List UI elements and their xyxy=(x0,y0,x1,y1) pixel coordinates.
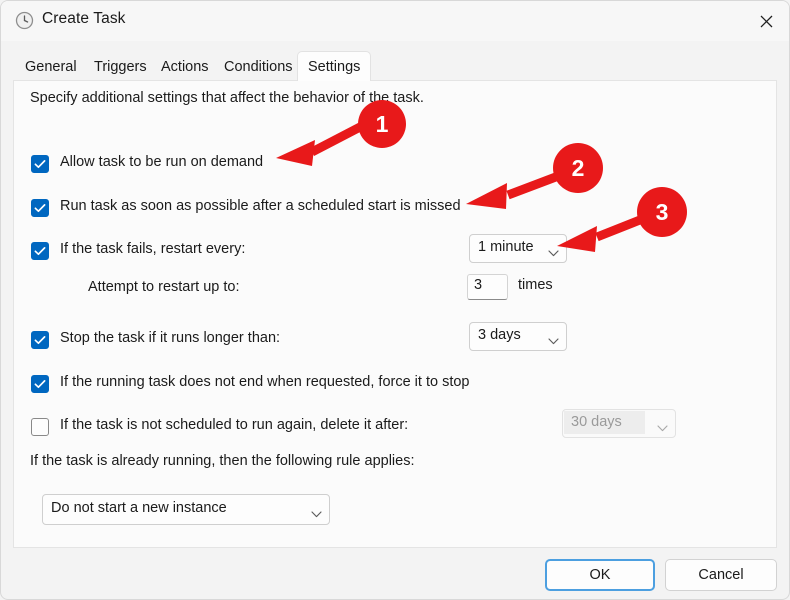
combo-restart-interval-value: 1 minute xyxy=(478,239,534,255)
label-stop-if-runs-longer: Stop the task if it runs longer than: xyxy=(60,330,281,346)
tab-strip: General Triggers Actions Conditions Sett… xyxy=(1,41,789,81)
tab-conditions[interactable]: Conditions xyxy=(214,53,303,81)
combo-delete-after-value: 30 days xyxy=(564,411,645,434)
close-icon[interactable] xyxy=(743,1,789,41)
combo-stop-after-value: 3 days xyxy=(478,327,521,343)
checkbox-force-stop-if-not-ending[interactable] xyxy=(31,375,49,393)
label-already-running-rule: If the task is already running, then the… xyxy=(30,453,415,469)
setting-row-stop-if-runs-longer[interactable]: Stop the task if it runs longer than: xyxy=(14,328,776,352)
checkbox-stop-if-runs-longer[interactable] xyxy=(31,331,49,349)
combo-instance-rule[interactable]: Do not start a new instance xyxy=(42,494,330,525)
setting-row-force-stop-if-not-ending[interactable]: If the running task does not end when re… xyxy=(14,372,776,396)
ok-button[interactable]: OK xyxy=(545,559,655,591)
tab-general[interactable]: General xyxy=(15,53,87,81)
label-run-asap-after-missed-start: Run task as soon as possible after a sch… xyxy=(60,198,461,214)
setting-row-attempt-restart-count: Attempt to restart up to: xyxy=(14,277,776,301)
combo-restart-interval[interactable]: 1 minute xyxy=(469,234,567,263)
setting-row-run-asap-after-missed-start[interactable]: Run task as soon as possible after a sch… xyxy=(14,196,776,220)
tab-triggers[interactable]: Triggers xyxy=(84,53,157,81)
clock-icon xyxy=(15,11,34,30)
checkbox-run-asap-after-missed-start[interactable] xyxy=(31,199,49,217)
input-restart-attempts-value: 3 xyxy=(474,277,483,293)
setting-row-allow-run-on-demand[interactable]: Allow task to be run on demand xyxy=(14,152,776,176)
checkbox-allow-run-on-demand[interactable] xyxy=(31,155,49,173)
combo-instance-rule-value: Do not start a new instance xyxy=(51,500,227,516)
settings-panel: Specify additional settings that affect … xyxy=(13,80,777,548)
window-title: Create Task xyxy=(42,10,126,27)
tab-actions[interactable]: Actions xyxy=(151,53,219,81)
label-restart-attempts-unit: times xyxy=(518,277,553,293)
combo-delete-after[interactable]: 30 days xyxy=(562,409,676,438)
label-delete-if-not-rescheduled: If the task is not scheduled to run agai… xyxy=(60,417,409,433)
label-attempt-restart-count: Attempt to restart up to: xyxy=(88,279,240,295)
label-restart-on-failure: If the task fails, restart every: xyxy=(60,241,246,257)
panel-description: Specify additional settings that affect … xyxy=(30,90,424,106)
setting-row-restart-on-failure[interactable]: If the task fails, restart every: xyxy=(14,239,776,263)
input-restart-attempts[interactable]: 3 xyxy=(467,274,508,300)
label-allow-run-on-demand: Allow task to be run on demand xyxy=(60,154,264,170)
combo-stop-after[interactable]: 3 days xyxy=(469,322,567,351)
chevron-down-icon xyxy=(657,420,668,436)
already-running-rule-row: If the task is already running, then the… xyxy=(14,451,776,475)
checkbox-restart-on-failure[interactable] xyxy=(31,242,49,260)
label-force-stop-if-not-ending: If the running task does not end when re… xyxy=(60,374,470,390)
title-bar: Create Task xyxy=(1,1,789,41)
chevron-down-icon xyxy=(548,245,559,261)
chevron-down-icon xyxy=(311,506,322,522)
cancel-button[interactable]: Cancel xyxy=(665,559,777,591)
checkbox-delete-if-not-rescheduled[interactable] xyxy=(31,418,49,436)
tab-settings[interactable]: Settings xyxy=(297,51,372,81)
chevron-down-icon xyxy=(548,333,559,349)
create-task-dialog: Create Task General Triggers Actions Con… xyxy=(0,0,790,600)
